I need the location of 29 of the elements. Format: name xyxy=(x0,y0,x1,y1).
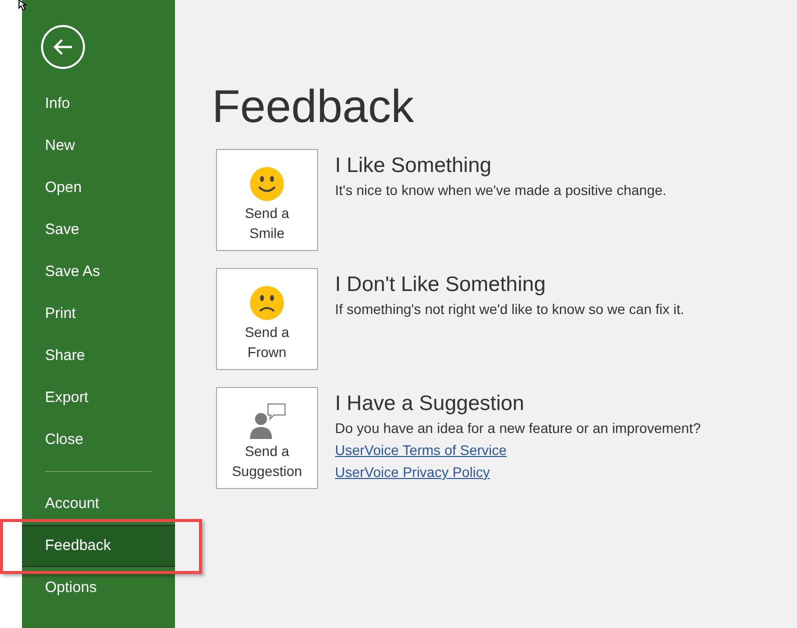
sidebar-item[interactable]: Info xyxy=(22,83,175,125)
feedback-button[interactable]: Send a Smile xyxy=(216,149,318,251)
sidebar-item[interactable]: Print xyxy=(22,293,175,335)
option-description: It's nice to know when we've made a positive change. xyxy=(335,181,666,200)
sidebar-item[interactable]: Save As xyxy=(22,251,175,293)
sidebar-item[interactable]: Account xyxy=(22,483,175,525)
option-heading: I Have a Suggestion xyxy=(335,391,526,417)
smiley-face-icon xyxy=(250,167,284,201)
link[interactable]: UserVoice Terms of Service xyxy=(335,440,507,460)
option-description: If something's not right we'd like to know so we can fix it. xyxy=(335,300,684,319)
sidebar-item[interactable]: Export xyxy=(22,377,175,419)
person-speech-bubble-icon xyxy=(248,403,286,439)
feedback-button[interactable]: Send a Suggestion xyxy=(216,387,318,489)
sidebar-item[interactable]: Close xyxy=(22,419,175,461)
page-title: Feedback xyxy=(212,80,416,132)
feedback-button[interactable]: Send a Frown xyxy=(216,268,318,370)
option-heading: I Like Something xyxy=(335,153,492,179)
back-button[interactable] xyxy=(41,25,85,69)
sidebar-item[interactable]: New xyxy=(22,125,175,167)
sidebar-item[interactable]: Open xyxy=(22,167,175,209)
link[interactable]: UserVoice Privacy Policy xyxy=(335,462,490,482)
sidebar-item[interactable]: Save xyxy=(22,209,175,251)
sidebar-item[interactable]: Share xyxy=(22,335,175,377)
frowning-face-icon xyxy=(250,286,284,320)
option-heading: I Don't Like Something xyxy=(335,272,547,298)
sidebar-item[interactable]: Feedback xyxy=(22,525,175,567)
sidebar-item[interactable]: Options xyxy=(22,567,175,609)
back-arrow-icon xyxy=(53,39,73,55)
option-description: Do you have an idea for a new feature or an improvement? xyxy=(335,419,701,438)
